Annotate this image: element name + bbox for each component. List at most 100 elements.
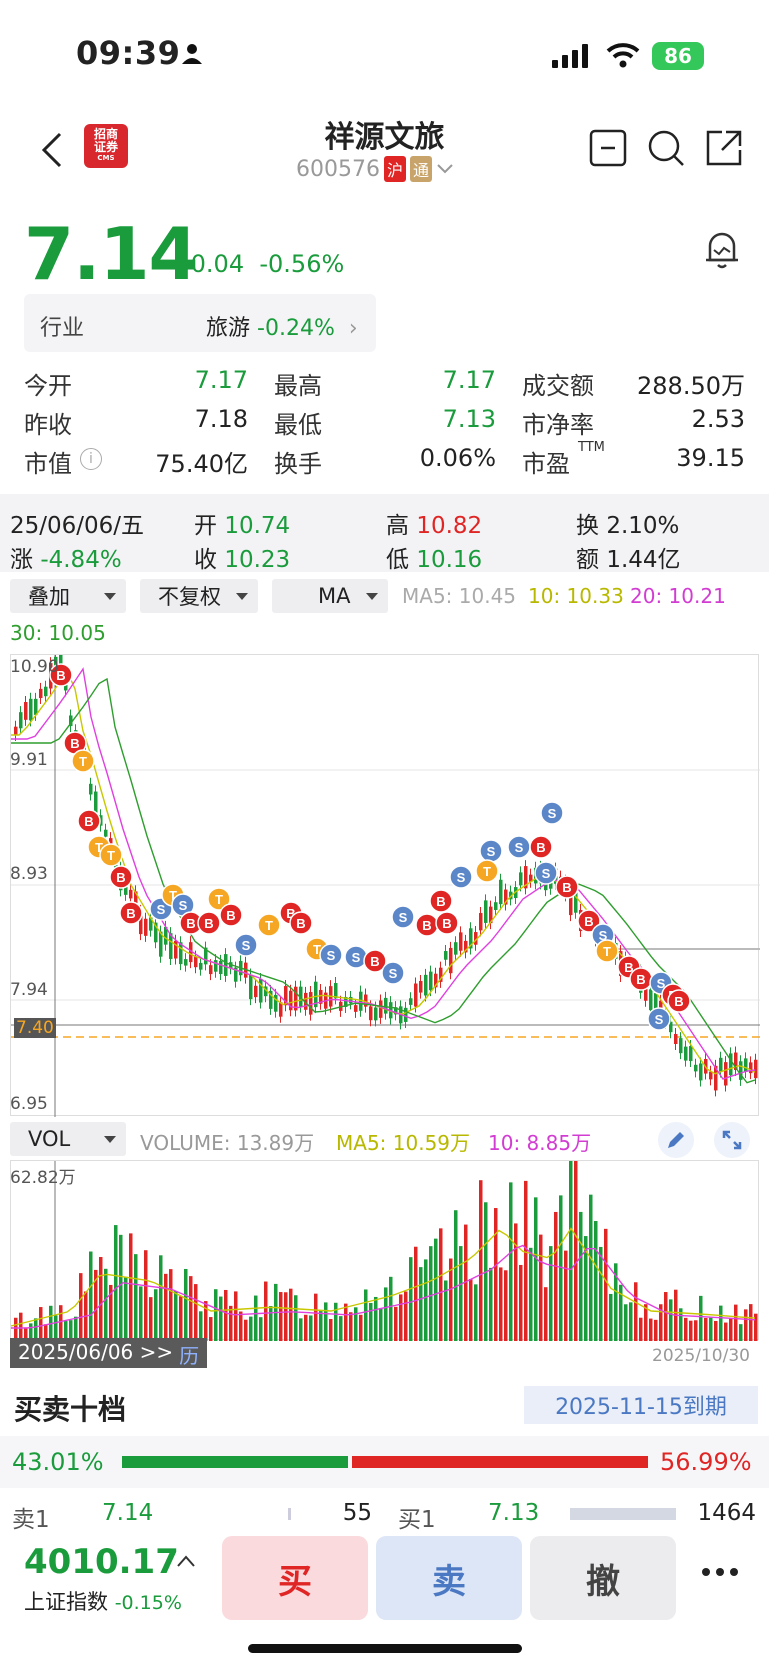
info-icon[interactable]: i (80, 448, 102, 470)
signal-marker-label: B (370, 954, 379, 969)
volume-bar (554, 1211, 558, 1341)
volume-bar (654, 1319, 658, 1341)
candle (259, 978, 263, 1003)
dropdown-icon (104, 593, 116, 600)
more-icon[interactable] (700, 1566, 740, 1578)
signal-marker-label: T (603, 944, 611, 959)
candle (369, 1006, 373, 1021)
signal-marker-label: S (515, 840, 524, 855)
volume-bar (429, 1246, 433, 1341)
indicator-select[interactable]: MA (272, 579, 388, 613)
candle (749, 1062, 753, 1074)
search-icon[interactable] (646, 128, 686, 168)
volume-bar (164, 1273, 168, 1341)
candle (34, 698, 38, 715)
adjust-select[interactable]: 不复权 (140, 579, 258, 613)
volume-bar (504, 1270, 508, 1341)
volume-bar (409, 1257, 413, 1341)
volume-bar (729, 1318, 733, 1341)
candle (374, 1007, 378, 1021)
volume-bar (499, 1267, 503, 1341)
volume-bar (59, 1305, 63, 1341)
candle (274, 994, 278, 1012)
candle (519, 872, 523, 886)
pencil-icon (668, 1132, 684, 1148)
volume-bar (479, 1180, 483, 1341)
expiry-badge[interactable]: 2025-11-15到期 (524, 1386, 758, 1424)
signal-marker-label: T (483, 864, 491, 879)
volume-bar (254, 1295, 258, 1341)
volume-bar (574, 1161, 578, 1341)
stat-value: 7.13 (442, 405, 496, 433)
fullscreen-button[interactable] (714, 1122, 750, 1158)
ask1-qty: 55 (342, 1500, 372, 1526)
candle (219, 960, 223, 975)
volume-bar (694, 1320, 698, 1341)
candle (24, 702, 28, 720)
volume-bar (394, 1306, 398, 1341)
stock-code-row[interactable]: 600576 沪 通 (296, 156, 454, 182)
alert-bell-icon[interactable] (702, 228, 742, 272)
volume-bar (134, 1254, 138, 1341)
volume-bar (564, 1250, 568, 1341)
candle (499, 879, 503, 905)
volume-bar (149, 1297, 153, 1341)
candle (419, 981, 423, 993)
candle (384, 997, 388, 1014)
volume-bar (354, 1307, 358, 1341)
vol-max-label: 62.82万 (10, 1168, 76, 1188)
bid1-bar (570, 1508, 676, 1520)
volume-bar (404, 1291, 408, 1341)
candle (44, 686, 48, 697)
ma5-value: MA5: 10.45 (402, 584, 517, 608)
sell-button[interactable]: 卖 (376, 1536, 522, 1620)
volume-bar (249, 1316, 253, 1341)
buy-ratio-bar (122, 1456, 348, 1468)
volume-bar (19, 1312, 23, 1341)
volume-chart[interactable] (10, 1160, 759, 1341)
volume-bar (714, 1320, 718, 1341)
signal-marker-label: S (242, 938, 251, 953)
person-icon (182, 44, 202, 64)
volume-bar (644, 1304, 648, 1341)
minimize-icon[interactable] (588, 128, 628, 168)
kline-svg: BBTBTTBB STSB BTBSTBBT S S BSSBBBSSTS BSSBBSTB… (11, 655, 760, 1117)
volume-bar (419, 1267, 423, 1341)
volume-bar (529, 1247, 533, 1341)
day-low: 低 10.16 (386, 547, 483, 573)
signal-marker-label: S (327, 948, 336, 963)
signal-marker-label: B (204, 916, 213, 931)
kline-chart[interactable]: BBTBTTBBSTSBBTBSTBBTSSBSSBBBSSTSBSSBBSTB… (10, 654, 760, 1117)
candle (29, 698, 33, 721)
day-amount: 额 1.44亿 (576, 547, 681, 573)
status-time: 09:39 (76, 34, 181, 72)
dropdown-icon (236, 593, 248, 600)
signal-marker-label: B (536, 840, 545, 855)
candle (199, 962, 203, 970)
buy-button[interactable]: 买 (222, 1536, 368, 1620)
chevron-up-icon[interactable] (176, 1554, 196, 1568)
volume-bar (179, 1296, 183, 1341)
index-value[interactable]: 4010.17 (24, 1542, 179, 1582)
volume-bar (229, 1305, 233, 1341)
volume-bar (339, 1316, 343, 1341)
volume-bar (209, 1317, 213, 1341)
cancel-button[interactable]: 撤 (530, 1536, 676, 1620)
volume-bar (424, 1259, 428, 1341)
stat-label: 换手 (274, 450, 322, 478)
volume-bar (279, 1292, 283, 1341)
stat-value: 2.53 (691, 405, 745, 433)
volume-bar (549, 1246, 553, 1341)
volume-bar (514, 1223, 518, 1341)
candle (89, 783, 93, 795)
volume-bar (139, 1286, 143, 1341)
volume-bar (709, 1317, 713, 1341)
signal-marker-label: B (422, 918, 431, 933)
draw-button[interactable] (658, 1122, 694, 1158)
volume-bar (454, 1210, 458, 1341)
vol-select[interactable]: VOL (10, 1122, 126, 1156)
share-icon[interactable] (704, 128, 744, 168)
volume-bar (534, 1197, 538, 1341)
overlay-select[interactable]: 叠加 (10, 579, 126, 613)
history-nav[interactable]: 2025/06/06 >> 历 (10, 1338, 208, 1368)
